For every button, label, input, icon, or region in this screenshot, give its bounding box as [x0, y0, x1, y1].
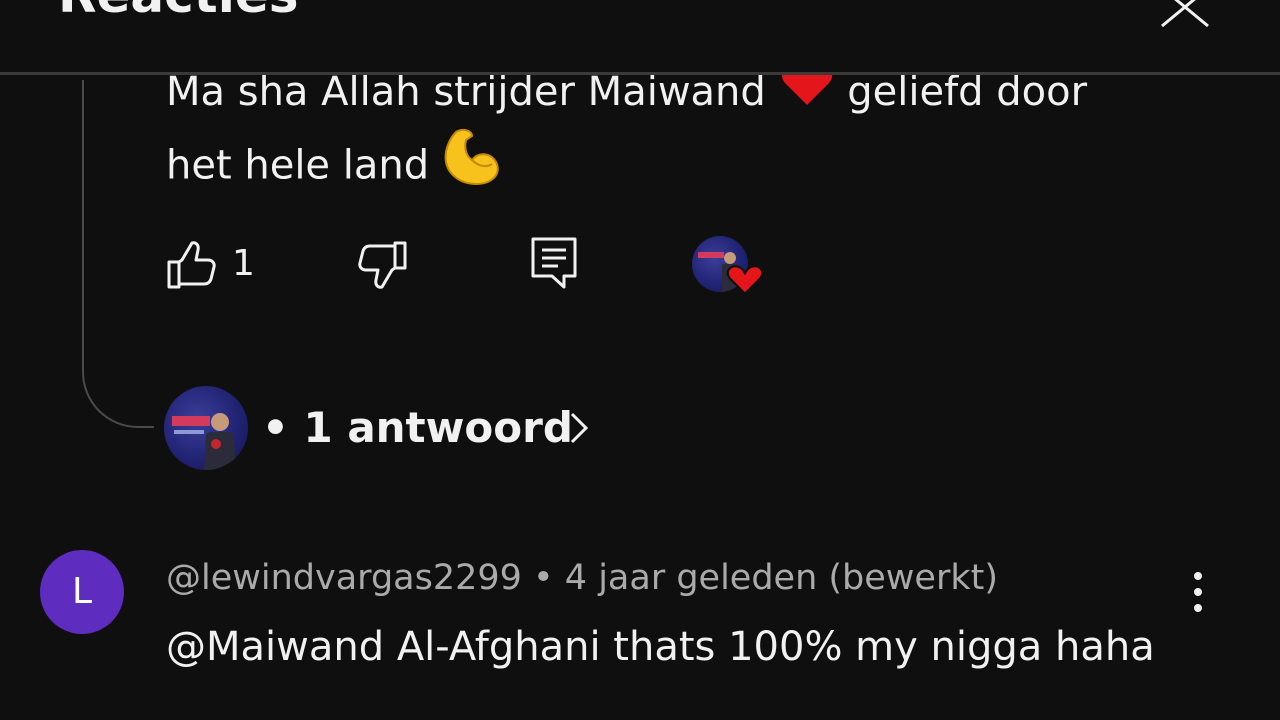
comment-meta: @lewindvargas2299 • 4 jaar geleden (bewe… [166, 558, 999, 598]
avatar[interactable]: L [40, 550, 124, 634]
creator-heart-icon [692, 236, 766, 298]
flexed-biceps-emoji [442, 128, 502, 207]
comment-text: Ma sha Allah strijder Maiwand [166, 69, 766, 115]
reply-avatar [164, 386, 248, 470]
dislike-button[interactable] [358, 240, 408, 294]
chevron-right-icon [568, 410, 590, 450]
comment-text-continued: geliefd door [847, 69, 1088, 115]
like-count: 1 [232, 243, 255, 284]
close-button[interactable] [1156, 0, 1214, 28]
thread-connector-line [82, 80, 154, 428]
thumbs-down-icon [358, 241, 407, 289]
close-icon [1161, 0, 1209, 28]
reply-button[interactable] [530, 236, 578, 294]
page-title: Reacties [58, 0, 299, 20]
comment-text-line2: het hele land [166, 142, 430, 189]
comments-header: Reacties [0, 0, 1280, 75]
replies-count-label: • 1 antwoord [262, 403, 573, 452]
more-vert-icon [1194, 572, 1202, 612]
comment-body: Ma sha Allah strijder Maiwand geliefd do… [166, 58, 1246, 207]
comment-text: @Maiwand Al-Afghani thats 100% my nigga … [166, 624, 1155, 670]
reply-icon [531, 237, 577, 289]
thumbs-up-icon [167, 241, 216, 289]
like-button[interactable] [166, 240, 216, 294]
more-options-button[interactable] [1182, 568, 1214, 616]
